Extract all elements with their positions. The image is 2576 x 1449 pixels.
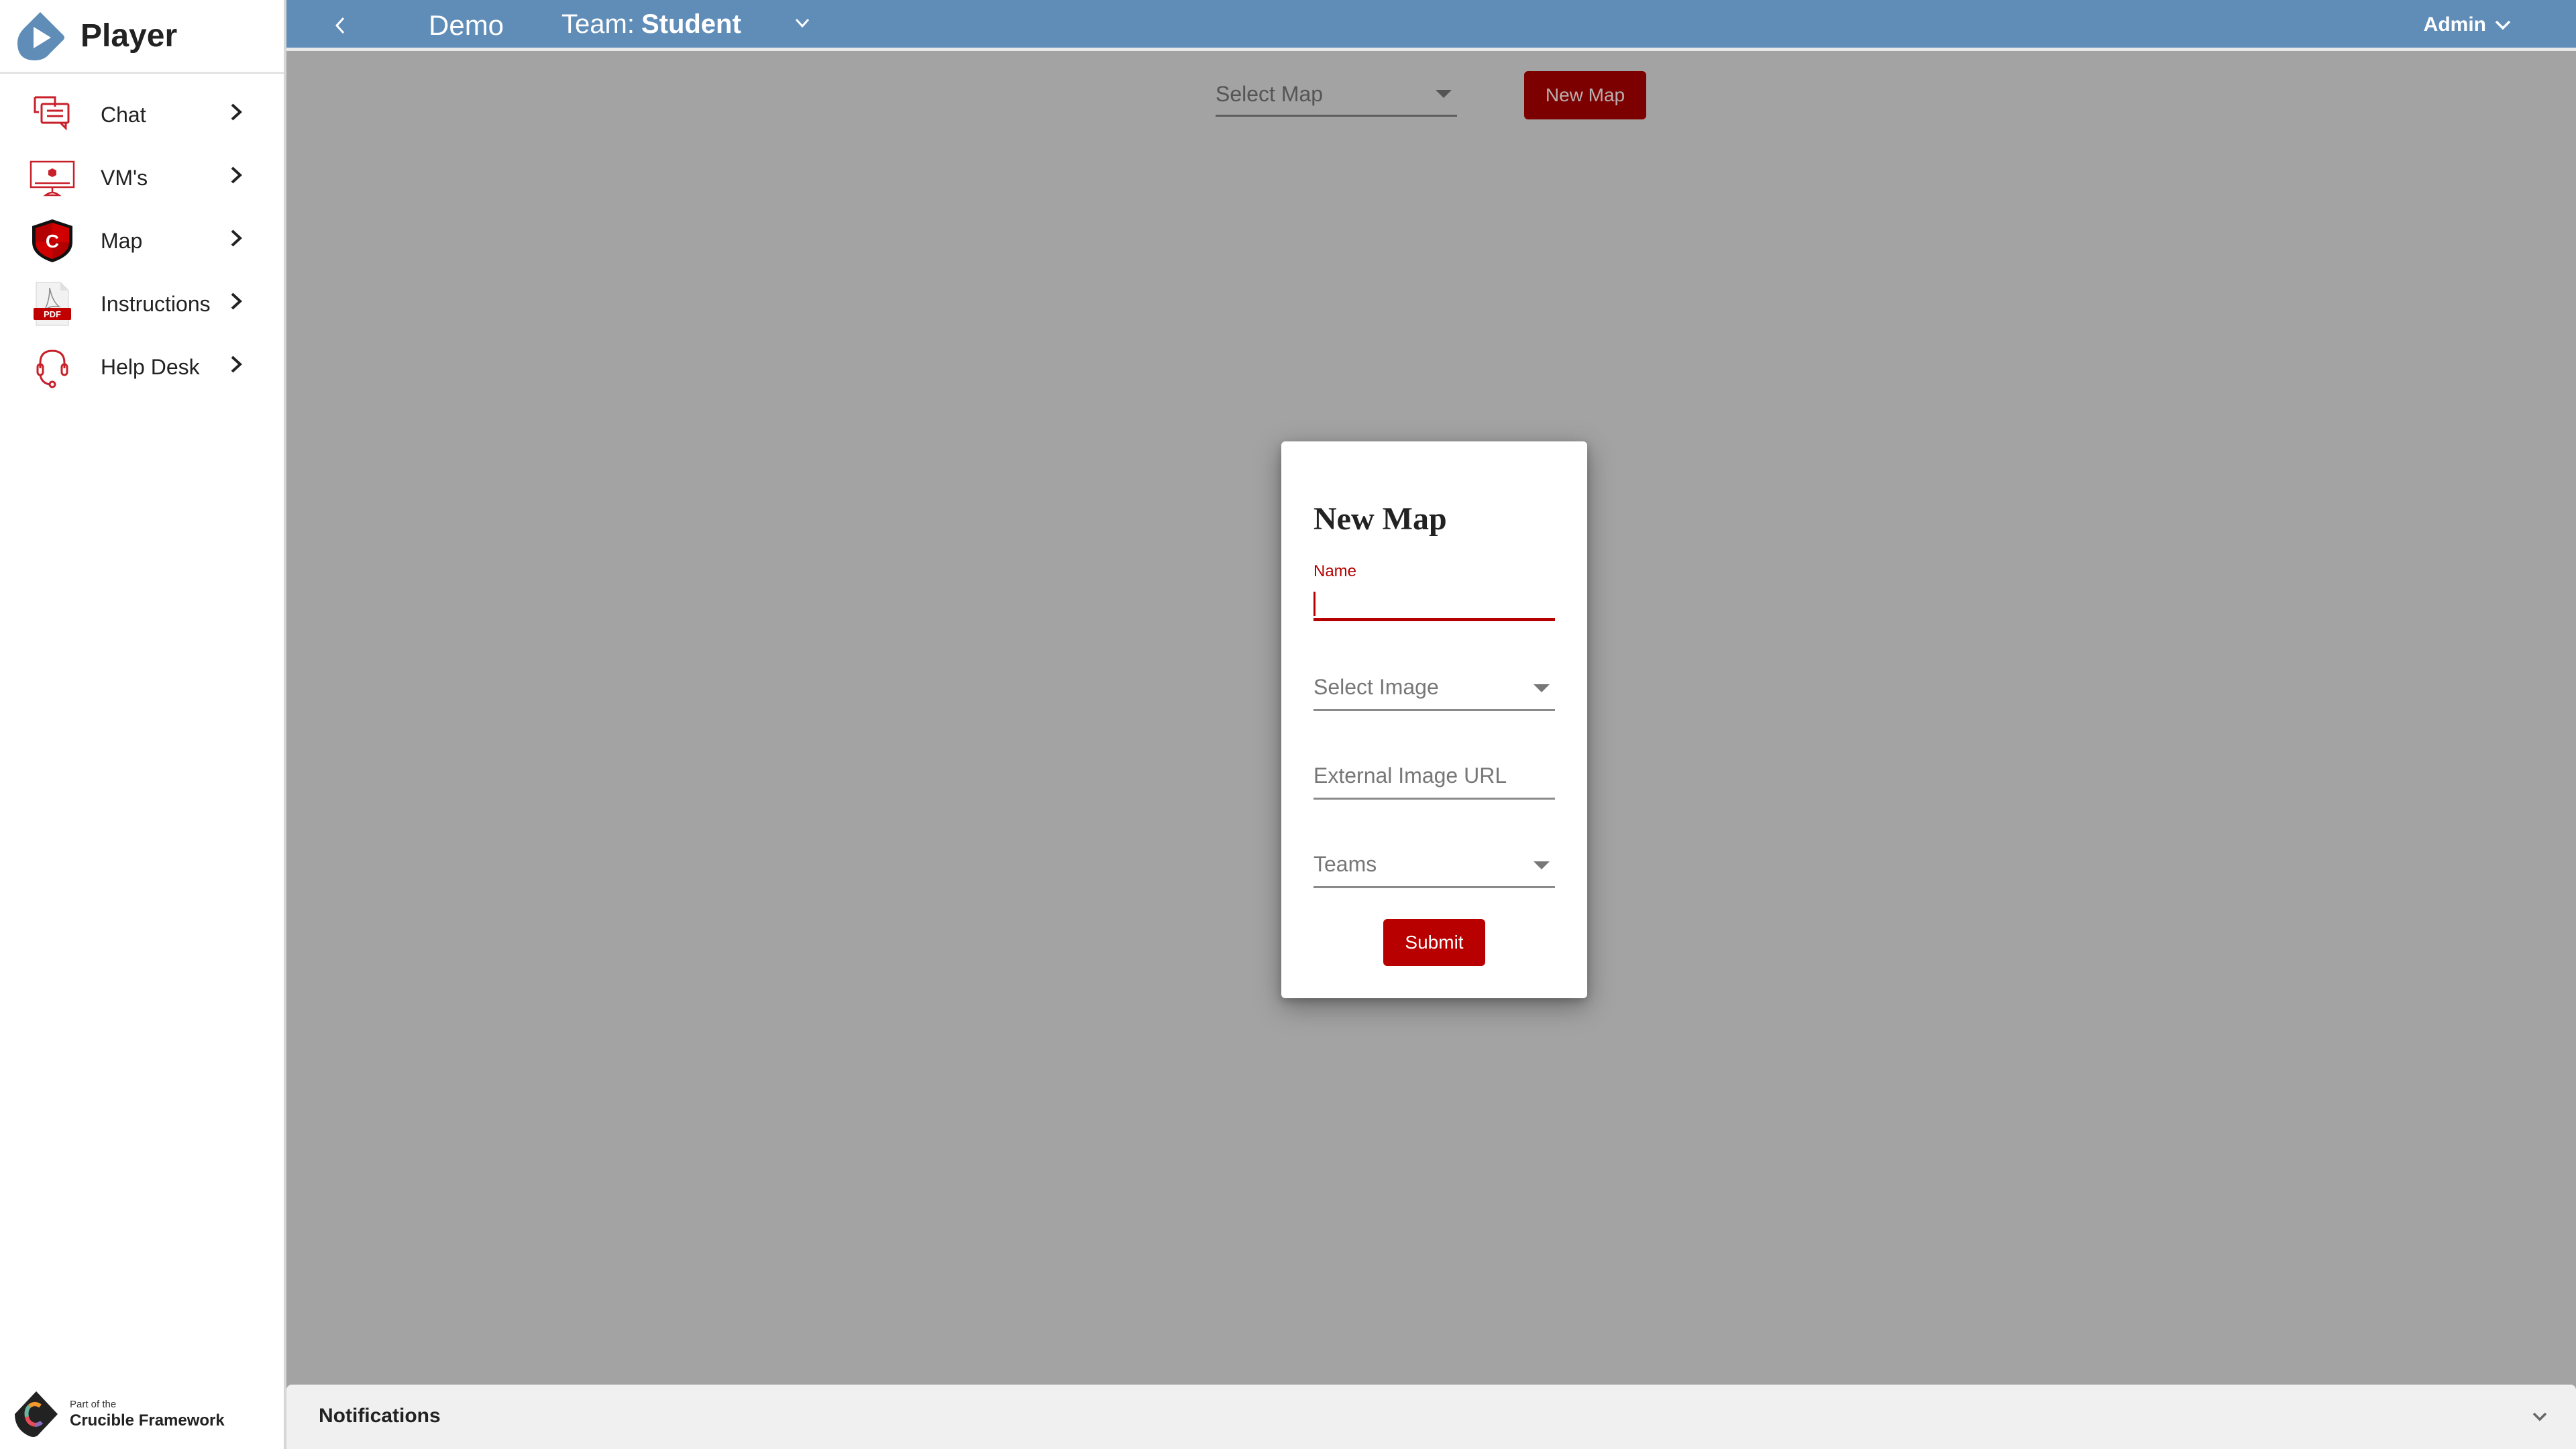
svg-text:PDF: PDF [44, 309, 61, 319]
external-image-url-input[interactable]: External Image URL [1313, 753, 1555, 800]
app-title: Player [80, 18, 178, 54]
dropdown-arrow-icon [1534, 861, 1550, 869]
dropdown-arrow-icon [1534, 684, 1550, 692]
crucible-logo-icon [15, 1391, 58, 1437]
chevron-right-icon [228, 354, 246, 380]
chevron-right-icon [228, 228, 246, 254]
sidebar-item-label: Map [101, 228, 143, 253]
chevron-down-icon [795, 18, 810, 28]
player-logo-icon [17, 11, 64, 60]
sidebar-item-vms[interactable]: VM's [0, 146, 284, 209]
user-menu[interactable]: Admin [2424, 13, 2512, 36]
chevron-down-icon[interactable] [2532, 1411, 2548, 1426]
notifications-panel[interactable]: Notifications [286, 1385, 2576, 1449]
sidebar-item-chat[interactable]: Chat [0, 83, 284, 146]
sidebar-item-label: Instructions [101, 291, 211, 316]
sidebar-item-label: Chat [101, 102, 146, 127]
svg-text:C: C [46, 231, 59, 252]
pdf-icon: PDF [30, 281, 75, 327]
name-label: Name [1313, 562, 1357, 580]
team-selector-label[interactable]: Team: Student [561, 9, 741, 40]
sidebar: Player Chat VM's C Map PDF Instructions … [0, 0, 286, 1449]
chevron-right-icon [228, 102, 246, 128]
name-field: Name [1313, 562, 1555, 640]
sidebar-item-label: Help Desk [101, 354, 200, 379]
chat-icon [30, 92, 75, 138]
crucible-name: Crucible Framework [70, 1411, 225, 1430]
team-prefix: Team: [561, 9, 635, 39]
crucible-shield-icon: C [30, 218, 75, 264]
brand: Player [0, 0, 284, 74]
chevron-right-icon [228, 165, 246, 191]
new-map-button[interactable]: New Map [1524, 71, 1646, 119]
teams-placeholder: Teams [1313, 852, 1377, 876]
team-dropdown-button[interactable] [794, 16, 816, 36]
external-image-url-placeholder: External Image URL [1313, 763, 1507, 788]
chevron-left-icon [335, 17, 345, 34]
teams-dropdown[interactable]: Teams [1313, 841, 1555, 888]
sidebar-item-map[interactable]: C Map [0, 209, 284, 272]
monitor-icon [30, 155, 75, 201]
user-name: Admin [2423, 13, 2486, 36]
sidebar-item-instructions[interactable]: PDF Instructions [0, 272, 284, 335]
select-image-placeholder: Select Image [1313, 675, 1439, 699]
view-name: Demo [429, 9, 504, 41]
select-image-dropdown[interactable]: Select Image [1313, 664, 1555, 711]
headset-icon [30, 344, 75, 390]
crucible-tagline: Part of the [70, 1398, 117, 1410]
sidebar-item-help-desk[interactable]: Help Desk [0, 335, 284, 398]
team-name: Student [641, 9, 741, 39]
top-bar: Demo Team: Student Admin [286, 0, 2576, 51]
dropdown-arrow-icon [1436, 90, 1452, 98]
back-button[interactable] [327, 11, 354, 40]
select-map-dropdown[interactable]: Select Map [1216, 72, 1457, 117]
name-input[interactable] [1313, 588, 1555, 621]
sidebar-item-label: VM's [101, 165, 148, 190]
chevron-down-icon [2495, 20, 2511, 30]
crucible-framework-badge[interactable]: Part of the Crucible Framework [11, 1389, 225, 1440]
submit-button[interactable]: Submit [1383, 919, 1485, 966]
new-map-dialog: New Map Name Select Image External Image… [1281, 441, 1587, 998]
sidebar-nav: Chat VM's C Map PDF Instructions Help De… [0, 74, 284, 398]
select-map-placeholder: Select Map [1216, 82, 1324, 106]
dialog-title: New Map [1313, 501, 1447, 537]
notifications-title: Notifications [319, 1405, 441, 1427]
text-cursor [1313, 592, 1316, 616]
crucible-text: Part of the Crucible Framework [70, 1399, 225, 1430]
chevron-right-icon [228, 291, 246, 317]
